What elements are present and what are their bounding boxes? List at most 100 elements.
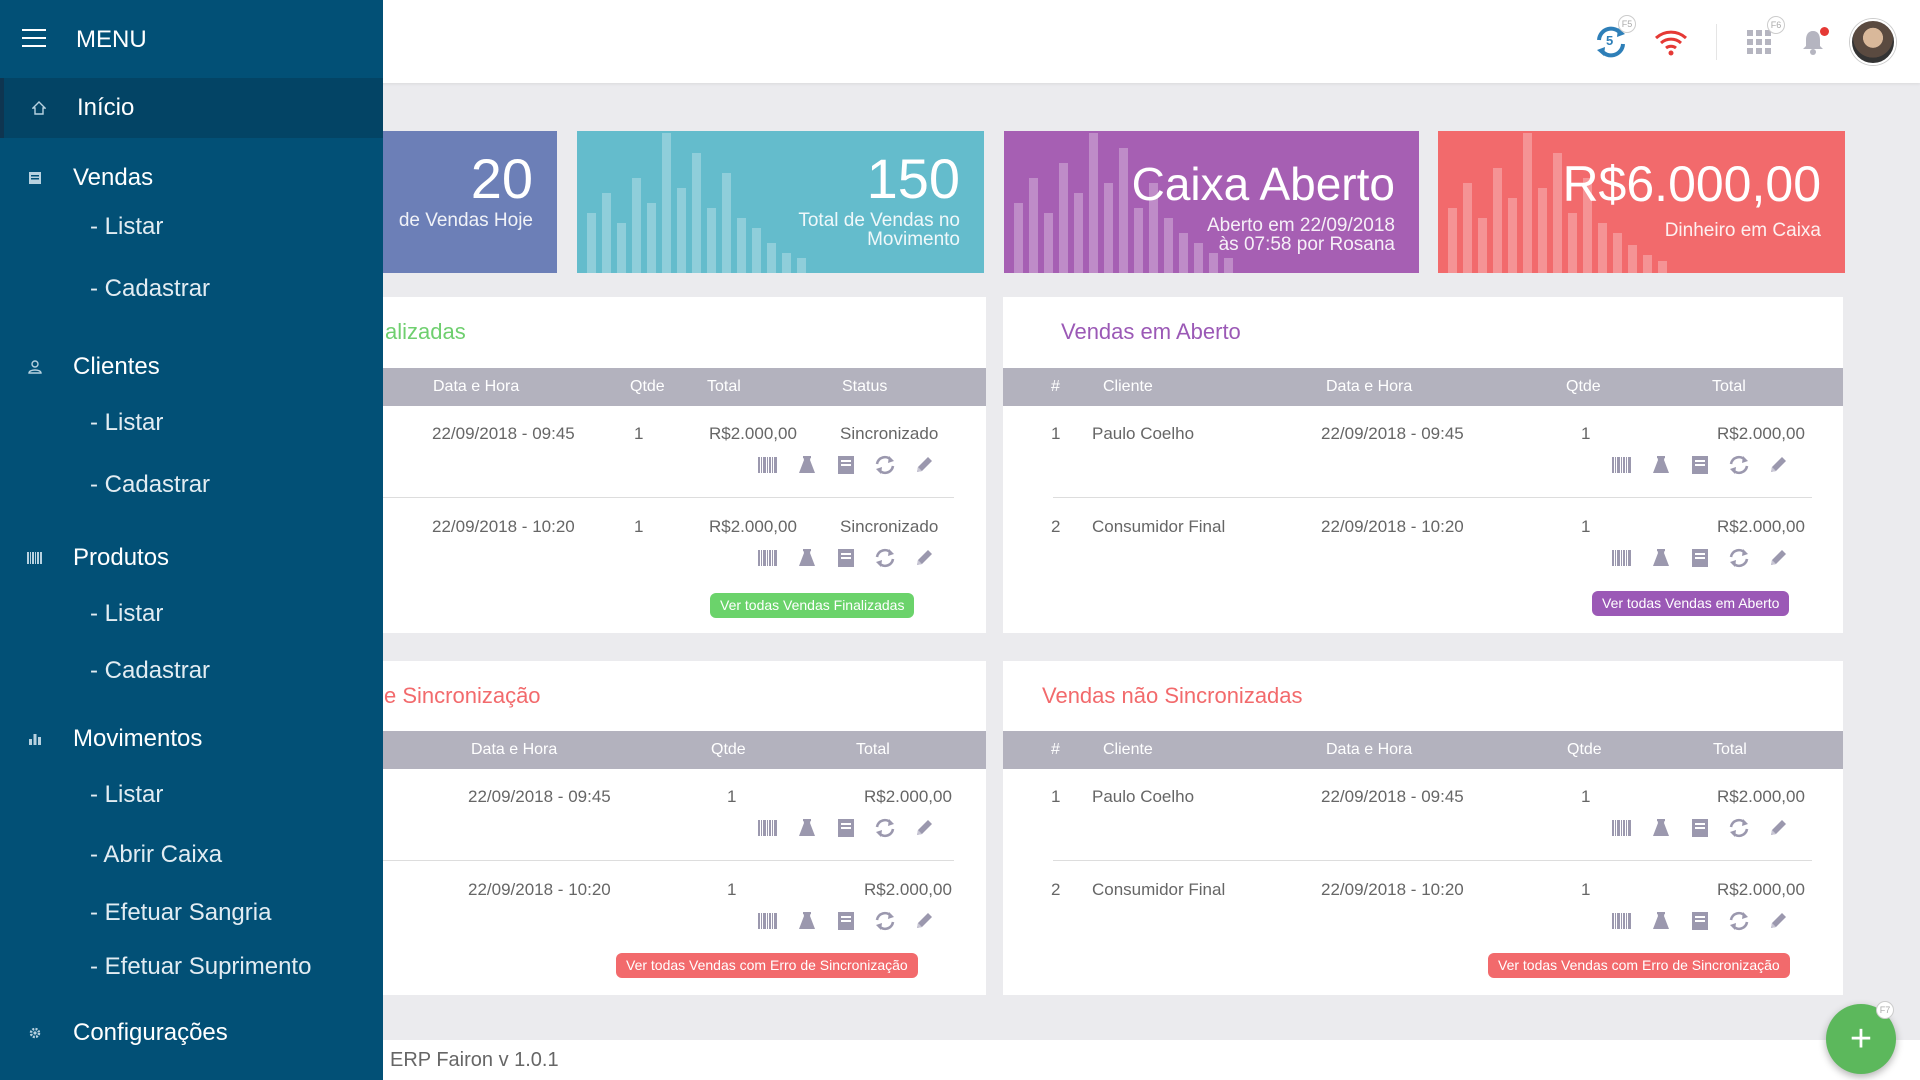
sidebar-sub-movimentos-listar[interactable]: - Listar bbox=[90, 781, 163, 809]
wifi-status[interactable] bbox=[1650, 21, 1692, 63]
bag-action-button[interactable] bbox=[1650, 818, 1672, 843]
bag-action-button[interactable] bbox=[796, 818, 818, 843]
receipt-action-button[interactable] bbox=[1689, 455, 1711, 478]
row-actions bbox=[1611, 911, 1789, 934]
stat-value: 20 bbox=[470, 147, 533, 210]
hamburger-icon[interactable] bbox=[22, 29, 46, 53]
apps-grid-icon bbox=[1747, 30, 1771, 54]
receipt-icon bbox=[1691, 548, 1709, 573]
sync-action-button[interactable] bbox=[874, 911, 896, 934]
sync-icon bbox=[874, 548, 896, 573]
bag-action-button[interactable] bbox=[1650, 548, 1672, 571]
version-text: ERP Fairon v 1.0.1 bbox=[390, 1049, 559, 1071]
pencil-action-button[interactable] bbox=[913, 912, 935, 934]
ver-em-aberto-button[interactable]: Ver todas Vendas em Aberto bbox=[1592, 591, 1790, 616]
ver-erro-sincronizacao-button[interactable]: Ver todas Vendas com Erro de Sincronizaç… bbox=[616, 953, 918, 978]
sidebar-sub-efetuar-sangria[interactable]: - Efetuar Sangria bbox=[90, 899, 271, 927]
pencil-action-button[interactable] bbox=[1767, 456, 1789, 478]
sync-action-button[interactable] bbox=[1728, 911, 1750, 934]
sync-button[interactable]: 5 F5 bbox=[1590, 15, 1636, 63]
header-data-hora: Data e Hora bbox=[1326, 741, 1413, 758]
bag-action-button[interactable] bbox=[796, 455, 818, 478]
header-qtde: Qtde bbox=[630, 378, 665, 395]
receipt-action-button[interactable] bbox=[835, 548, 857, 571]
sidebar-sub-vendas-cadastrar[interactable]: - Cadastrar bbox=[90, 275, 210, 303]
bag-action-button[interactable] bbox=[796, 911, 818, 934]
apps-button[interactable]: F6 bbox=[1738, 16, 1785, 63]
pencil-action-button[interactable] bbox=[1767, 549, 1789, 571]
barcode-action-button[interactable] bbox=[1611, 912, 1633, 934]
sidebar-sub-produtos-cadastrar[interactable]: - Cadastrar bbox=[90, 657, 210, 685]
header-data-hora: Data e Hora bbox=[1326, 378, 1413, 395]
bag-icon bbox=[1652, 818, 1670, 843]
header-qtde: Qtde bbox=[1567, 741, 1602, 758]
receipt-action-button[interactable] bbox=[835, 455, 857, 480]
sidebar-sub-abrir-caixa[interactable]: - Abrir Caixa bbox=[90, 841, 222, 869]
sync-action-button[interactable] bbox=[1728, 455, 1750, 478]
sync-action-button[interactable] bbox=[1728, 818, 1750, 841]
sidebar-sub-produtos-listar[interactable]: - Listar bbox=[90, 600, 163, 628]
pencil-icon bbox=[914, 818, 934, 843]
pencil-action-button[interactable] bbox=[1767, 912, 1789, 934]
sidebar-item-label: Movimentos bbox=[73, 725, 203, 752]
panel-vendas-em-aberto: Vendas em Aberto # Cliente Data e Hora Q… bbox=[1003, 297, 1843, 633]
pencil-action-button[interactable] bbox=[1767, 819, 1789, 841]
cell-total: R$2.000,00 bbox=[1717, 424, 1805, 443]
barcode-action-button[interactable] bbox=[1611, 456, 1633, 478]
receipt-icon bbox=[837, 455, 855, 480]
sidebar-item-movimentos[interactable]: Movimentos bbox=[0, 709, 383, 769]
cell-total: R$2.000,00 bbox=[1717, 787, 1805, 806]
person-icon bbox=[27, 359, 43, 375]
menu-label: MENU bbox=[76, 26, 147, 53]
barcode-action-button[interactable] bbox=[757, 912, 779, 934]
sidebar-item-produtos[interactable]: Produtos bbox=[0, 528, 383, 588]
sync-action-button[interactable] bbox=[874, 818, 896, 841]
sync-action-button[interactable] bbox=[874, 548, 896, 573]
receipt-action-button[interactable] bbox=[1689, 548, 1711, 573]
sidebar-item-clientes[interactable]: Clientes bbox=[0, 337, 383, 397]
stat-sparkline bbox=[587, 133, 806, 273]
receipt-action-button[interactable] bbox=[835, 911, 857, 936]
sidebar-sub-clientes-listar[interactable]: - Listar bbox=[90, 409, 163, 437]
wifi-icon bbox=[1654, 30, 1688, 56]
table-row: 1 Paulo Coelho 22/09/2018 - 09:45 1 R$2.… bbox=[1003, 406, 1843, 498]
bag-action-button[interactable] bbox=[1650, 455, 1672, 478]
user-avatar[interactable] bbox=[1850, 19, 1896, 65]
barcode-action-button[interactable] bbox=[757, 549, 779, 571]
bag-icon bbox=[798, 818, 816, 843]
barcode-action-button[interactable] bbox=[757, 456, 779, 478]
bag-action-button[interactable] bbox=[796, 548, 818, 571]
receipt-action-button[interactable] bbox=[835, 818, 857, 841]
cell-total: R$2.000,00 bbox=[864, 880, 952, 899]
barcode-action-button[interactable] bbox=[1611, 549, 1633, 571]
notifications-button[interactable] bbox=[1792, 21, 1834, 63]
receipt-action-button[interactable] bbox=[1689, 818, 1711, 841]
sidebar-sub-efetuar-suprimento[interactable]: - Efetuar Suprimento bbox=[90, 953, 311, 981]
pencil-action-button[interactable] bbox=[913, 456, 935, 478]
cell-date: 22/09/2018 - 09:45 bbox=[1321, 787, 1464, 806]
barcode-action-button[interactable] bbox=[1611, 819, 1633, 841]
receipt-action-button[interactable] bbox=[1689, 911, 1711, 934]
sidebar-item-configuracoes[interactable]: Configurações bbox=[0, 1003, 383, 1063]
sidebar-sub-vendas-listar[interactable]: - Listar bbox=[90, 213, 163, 241]
header-total: Total bbox=[856, 741, 890, 758]
cell-status: Sincronizado bbox=[840, 517, 939, 536]
pencil-action-button[interactable] bbox=[913, 549, 935, 571]
sidebar-item-inicio[interactable]: Início bbox=[0, 78, 383, 138]
bag-action-button[interactable] bbox=[1650, 911, 1672, 934]
header-total: Total bbox=[1713, 741, 1747, 758]
sync-action-button[interactable] bbox=[874, 455, 896, 478]
add-fab-button[interactable]: + F7 bbox=[1826, 1001, 1896, 1074]
barcode-action-button[interactable] bbox=[757, 819, 779, 841]
sync-action-button[interactable] bbox=[1728, 548, 1750, 571]
row-actions bbox=[757, 911, 935, 936]
ver-nao-sincronizadas-button[interactable]: Ver todas Vendas com Erro de Sincronizaç… bbox=[1488, 953, 1790, 978]
pencil-action-button[interactable] bbox=[913, 819, 935, 841]
sidebar-sub-clientes-cadastrar[interactable]: - Cadastrar bbox=[90, 471, 210, 499]
cell-status: Sincronizado bbox=[840, 424, 939, 443]
row-divider bbox=[1053, 497, 1812, 498]
sidebar-item-vendas[interactable]: Vendas bbox=[0, 148, 383, 208]
receipt-icon bbox=[837, 911, 855, 936]
ver-finalizadas-button[interactable]: Ver todas Vendas Finalizadas bbox=[710, 593, 915, 618]
row-actions bbox=[757, 548, 935, 573]
